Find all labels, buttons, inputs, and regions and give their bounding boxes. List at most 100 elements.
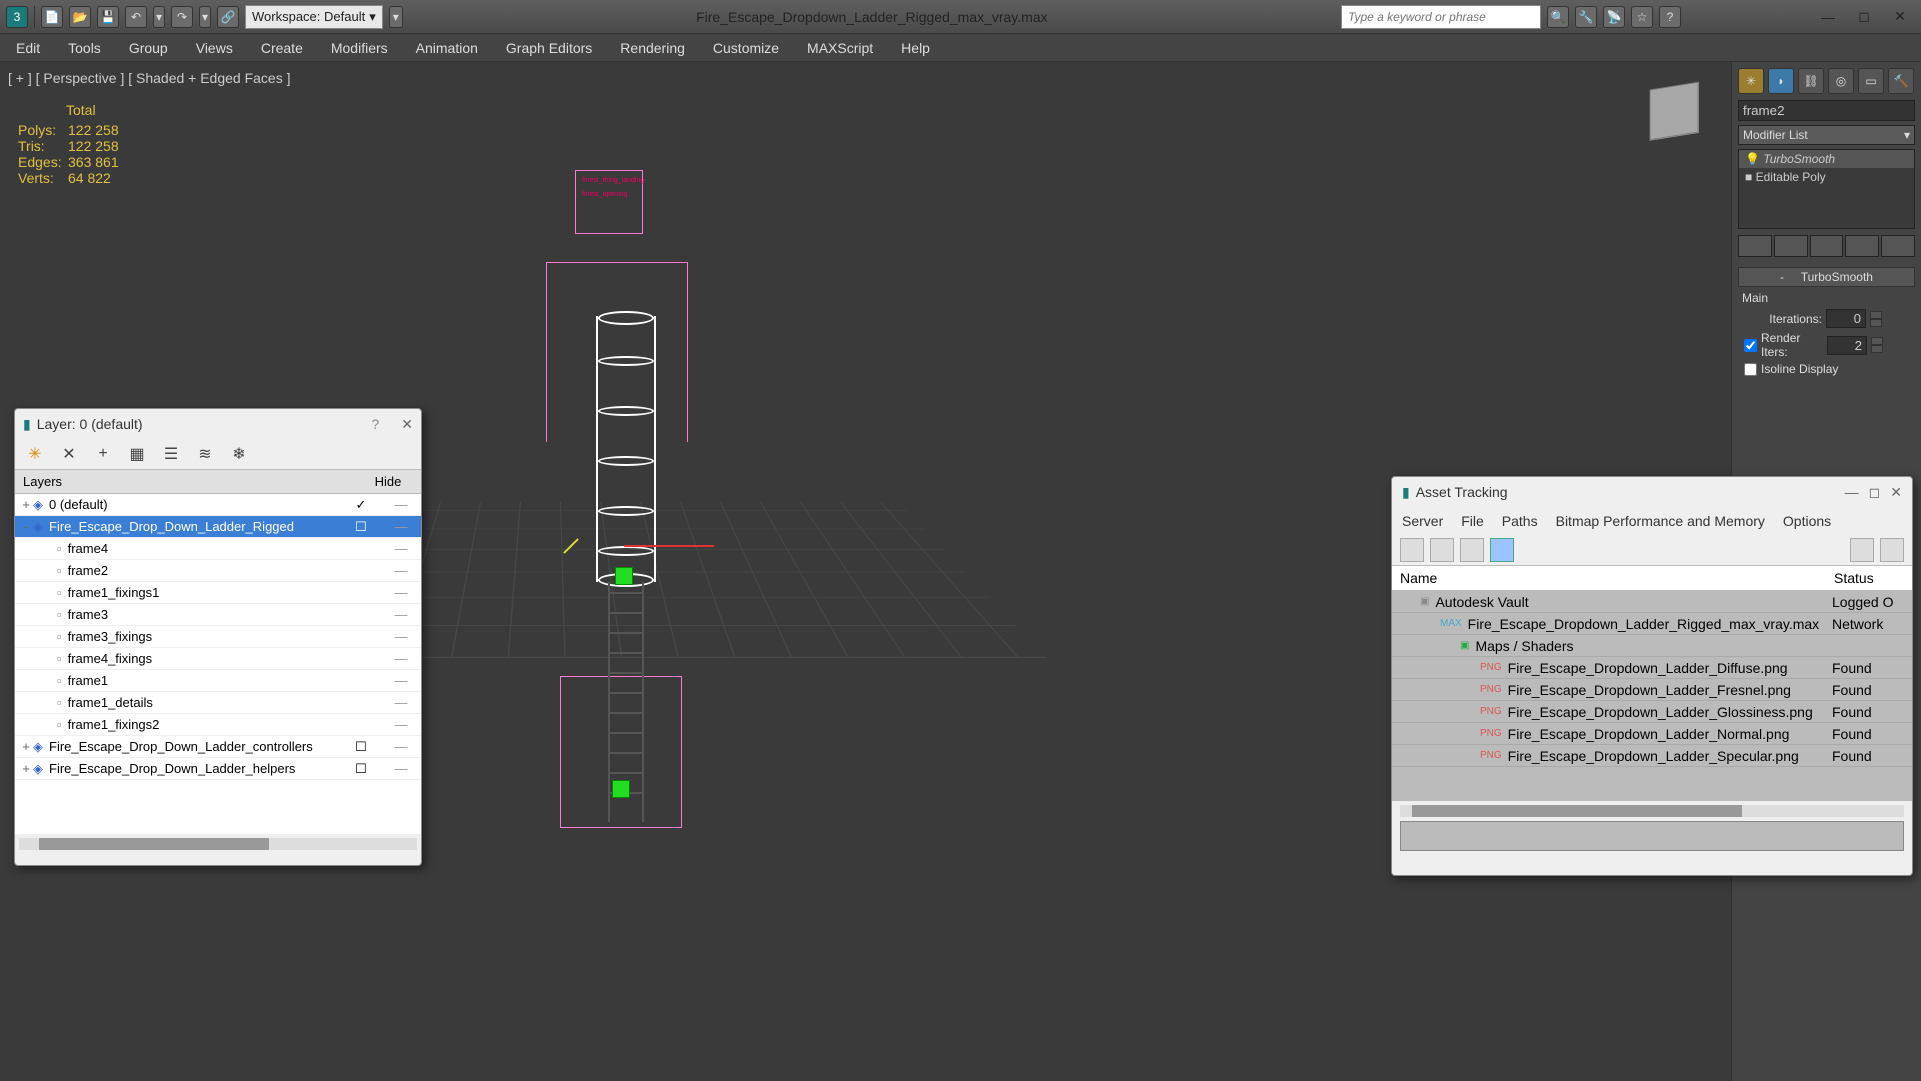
- new-file-icon[interactable]: 📄: [41, 6, 63, 28]
- viewcube[interactable]: [1635, 72, 1713, 150]
- menu-modifiers[interactable]: Modifiers: [331, 40, 388, 56]
- settings-asset-icon[interactable]: [1880, 538, 1904, 562]
- freeze-cell[interactable]: —: [381, 519, 421, 534]
- layer-tree[interactable]: +◈0 (default)✓—-◈Fire_Escape_Drop_Down_L…: [15, 494, 421, 834]
- gizmo-bottom[interactable]: [612, 780, 630, 798]
- freeze-cell[interactable]: —: [381, 563, 421, 578]
- table-view-icon[interactable]: [1490, 538, 1514, 562]
- make-unique-icon[interactable]: [1810, 235, 1844, 257]
- asset-menu-options[interactable]: Options: [1783, 513, 1831, 529]
- menu-tools[interactable]: Tools: [68, 40, 101, 56]
- menu-create[interactable]: Create: [261, 40, 303, 56]
- asset-row[interactable]: PNGFire_Escape_Dropdown_Ladder_Normal.pn…: [1392, 723, 1912, 745]
- layer-panel-hscroll[interactable]: [19, 838, 417, 850]
- refresh-icon[interactable]: [1400, 538, 1424, 562]
- app-logo-icon[interactable]: 3: [6, 6, 28, 28]
- asset-menu-bitmap[interactable]: Bitmap Performance and Memory: [1556, 513, 1765, 529]
- asset-menu-server[interactable]: Server: [1402, 513, 1443, 529]
- layer-row[interactable]: ▫frame1_fixings2—: [15, 714, 421, 736]
- asset-menu-paths[interactable]: Paths: [1502, 513, 1538, 529]
- col-hide-label[interactable]: Hide: [363, 474, 413, 489]
- modifier-stack[interactable]: 💡 TurboSmooth ■ Editable Poly: [1738, 149, 1915, 229]
- object-name-input[interactable]: [1738, 100, 1915, 121]
- layer-panel-help-icon[interactable]: ?: [371, 416, 379, 432]
- asset-menu-file[interactable]: File: [1461, 513, 1484, 529]
- expand-icon[interactable]: +: [19, 739, 33, 754]
- layer-row[interactable]: +◈0 (default)✓—: [15, 494, 421, 516]
- asset-panel-maximize-icon[interactable]: ◻: [1869, 484, 1881, 501]
- tab-create-icon[interactable]: ✳: [1738, 68, 1764, 94]
- col-status-label[interactable]: Status: [1834, 570, 1904, 586]
- freeze-cell[interactable]: —: [381, 629, 421, 644]
- layer-row[interactable]: ▫frame3—: [15, 604, 421, 626]
- menu-help[interactable]: Help: [901, 40, 930, 56]
- asset-tree[interactable]: ▣Autodesk VaultLogged OMAXFire_Escape_Dr…: [1392, 591, 1912, 801]
- asset-panel-close-icon[interactable]: ✕: [1890, 484, 1902, 501]
- layer-panel-titlebar[interactable]: ▮ Layer: 0 (default) ? ✕: [15, 409, 421, 439]
- tab-display-icon[interactable]: ▭: [1858, 68, 1884, 94]
- asset-row[interactable]: ▣Autodesk VaultLogged O: [1392, 591, 1912, 613]
- iterations-spinner[interactable]: [1870, 311, 1882, 327]
- asset-row[interactable]: PNGFire_Escape_Dropdown_Ladder_Fresnel.p…: [1392, 679, 1912, 701]
- menu-graph-editors[interactable]: Graph Editors: [506, 40, 592, 56]
- render-iters-input[interactable]: [1827, 336, 1867, 355]
- freeze-cell[interactable]: —: [381, 607, 421, 622]
- pin-stack-icon[interactable]: [1738, 235, 1772, 257]
- tab-utilities-icon[interactable]: 🔨: [1888, 68, 1914, 94]
- freeze-layers-icon[interactable]: ❄: [229, 444, 249, 464]
- close-button[interactable]: ✕: [1885, 6, 1915, 28]
- expand-icon[interactable]: -: [19, 519, 33, 534]
- redo-icon[interactable]: ↷: [171, 6, 193, 28]
- open-file-icon[interactable]: 📂: [69, 6, 91, 28]
- modifier-editable-poly[interactable]: ■ Editable Poly: [1739, 168, 1914, 186]
- hide-checkbox[interactable]: ☐: [341, 519, 381, 535]
- layer-row[interactable]: ▫frame4—: [15, 538, 421, 560]
- layer-row[interactable]: +◈Fire_Escape_Drop_Down_Ladder_helpers☐—: [15, 758, 421, 780]
- menu-group[interactable]: Group: [129, 40, 168, 56]
- delete-layer-icon[interactable]: ✕: [59, 444, 79, 464]
- asset-panel-titlebar[interactable]: ▮ Asset Tracking — ◻ ✕: [1392, 477, 1912, 507]
- viewport-label[interactable]: [ + ] [ Perspective ] [ Shaded + Edged F…: [8, 70, 291, 86]
- layer-panel-close-icon[interactable]: ✕: [401, 416, 413, 433]
- menu-rendering[interactable]: Rendering: [620, 40, 685, 56]
- select-layer-icon[interactable]: ☰: [161, 444, 181, 464]
- tab-motion-icon[interactable]: ◎: [1828, 68, 1854, 94]
- tree-view-icon[interactable]: [1460, 538, 1484, 562]
- isoline-checkbox[interactable]: [1744, 363, 1757, 376]
- list-view-icon[interactable]: [1430, 538, 1454, 562]
- render-iters-checkbox[interactable]: [1744, 339, 1757, 352]
- asset-row[interactable]: PNGFire_Escape_Dropdown_Ladder_Glossines…: [1392, 701, 1912, 723]
- render-iters-spinner[interactable]: [1871, 337, 1883, 353]
- hide-layers-icon[interactable]: ≋: [195, 444, 215, 464]
- minimize-button[interactable]: —: [1813, 6, 1843, 28]
- tab-hierarchy-icon[interactable]: ⛓: [1798, 68, 1824, 94]
- layer-row[interactable]: ▫frame3_fixings—: [15, 626, 421, 648]
- col-name-label[interactable]: Name: [1400, 570, 1834, 586]
- asset-row[interactable]: ▣Maps / Shaders: [1392, 635, 1912, 657]
- freeze-cell[interactable]: —: [381, 497, 421, 512]
- help-asset-icon[interactable]: [1850, 538, 1874, 562]
- workspace-more-icon[interactable]: ▾: [389, 6, 403, 28]
- turbosmooth-header[interactable]: - TurboSmooth: [1738, 267, 1915, 287]
- modifier-list-dropdown[interactable]: Modifier List ▾: [1738, 125, 1915, 145]
- freeze-cell[interactable]: —: [381, 717, 421, 732]
- wrench-icon[interactable]: 🔧: [1575, 6, 1597, 28]
- help-icon[interactable]: ?: [1659, 6, 1681, 28]
- new-layer-icon[interactable]: ✳: [25, 444, 45, 464]
- freeze-cell[interactable]: —: [381, 695, 421, 710]
- layer-row[interactable]: ▫frame1_details—: [15, 692, 421, 714]
- expand-icon[interactable]: +: [19, 761, 33, 776]
- freeze-cell[interactable]: —: [381, 673, 421, 688]
- asset-panel-minimize-icon[interactable]: —: [1845, 484, 1859, 501]
- menu-maxscript[interactable]: MAXScript: [807, 40, 873, 56]
- layer-row[interactable]: ▫frame1_fixings1—: [15, 582, 421, 604]
- configure-sets-icon[interactable]: [1881, 235, 1915, 257]
- save-file-icon[interactable]: 💾: [97, 6, 119, 28]
- expand-icon[interactable]: +: [19, 497, 33, 512]
- add-to-layer-icon[interactable]: +: [93, 444, 113, 464]
- layer-row[interactable]: -◈Fire_Escape_Drop_Down_Ladder_Rigged☐—: [15, 516, 421, 538]
- menu-views[interactable]: Views: [196, 40, 233, 56]
- hide-checkbox[interactable]: ☐: [341, 739, 381, 755]
- freeze-cell[interactable]: —: [381, 739, 421, 754]
- favorites-icon[interactable]: ☆: [1631, 6, 1653, 28]
